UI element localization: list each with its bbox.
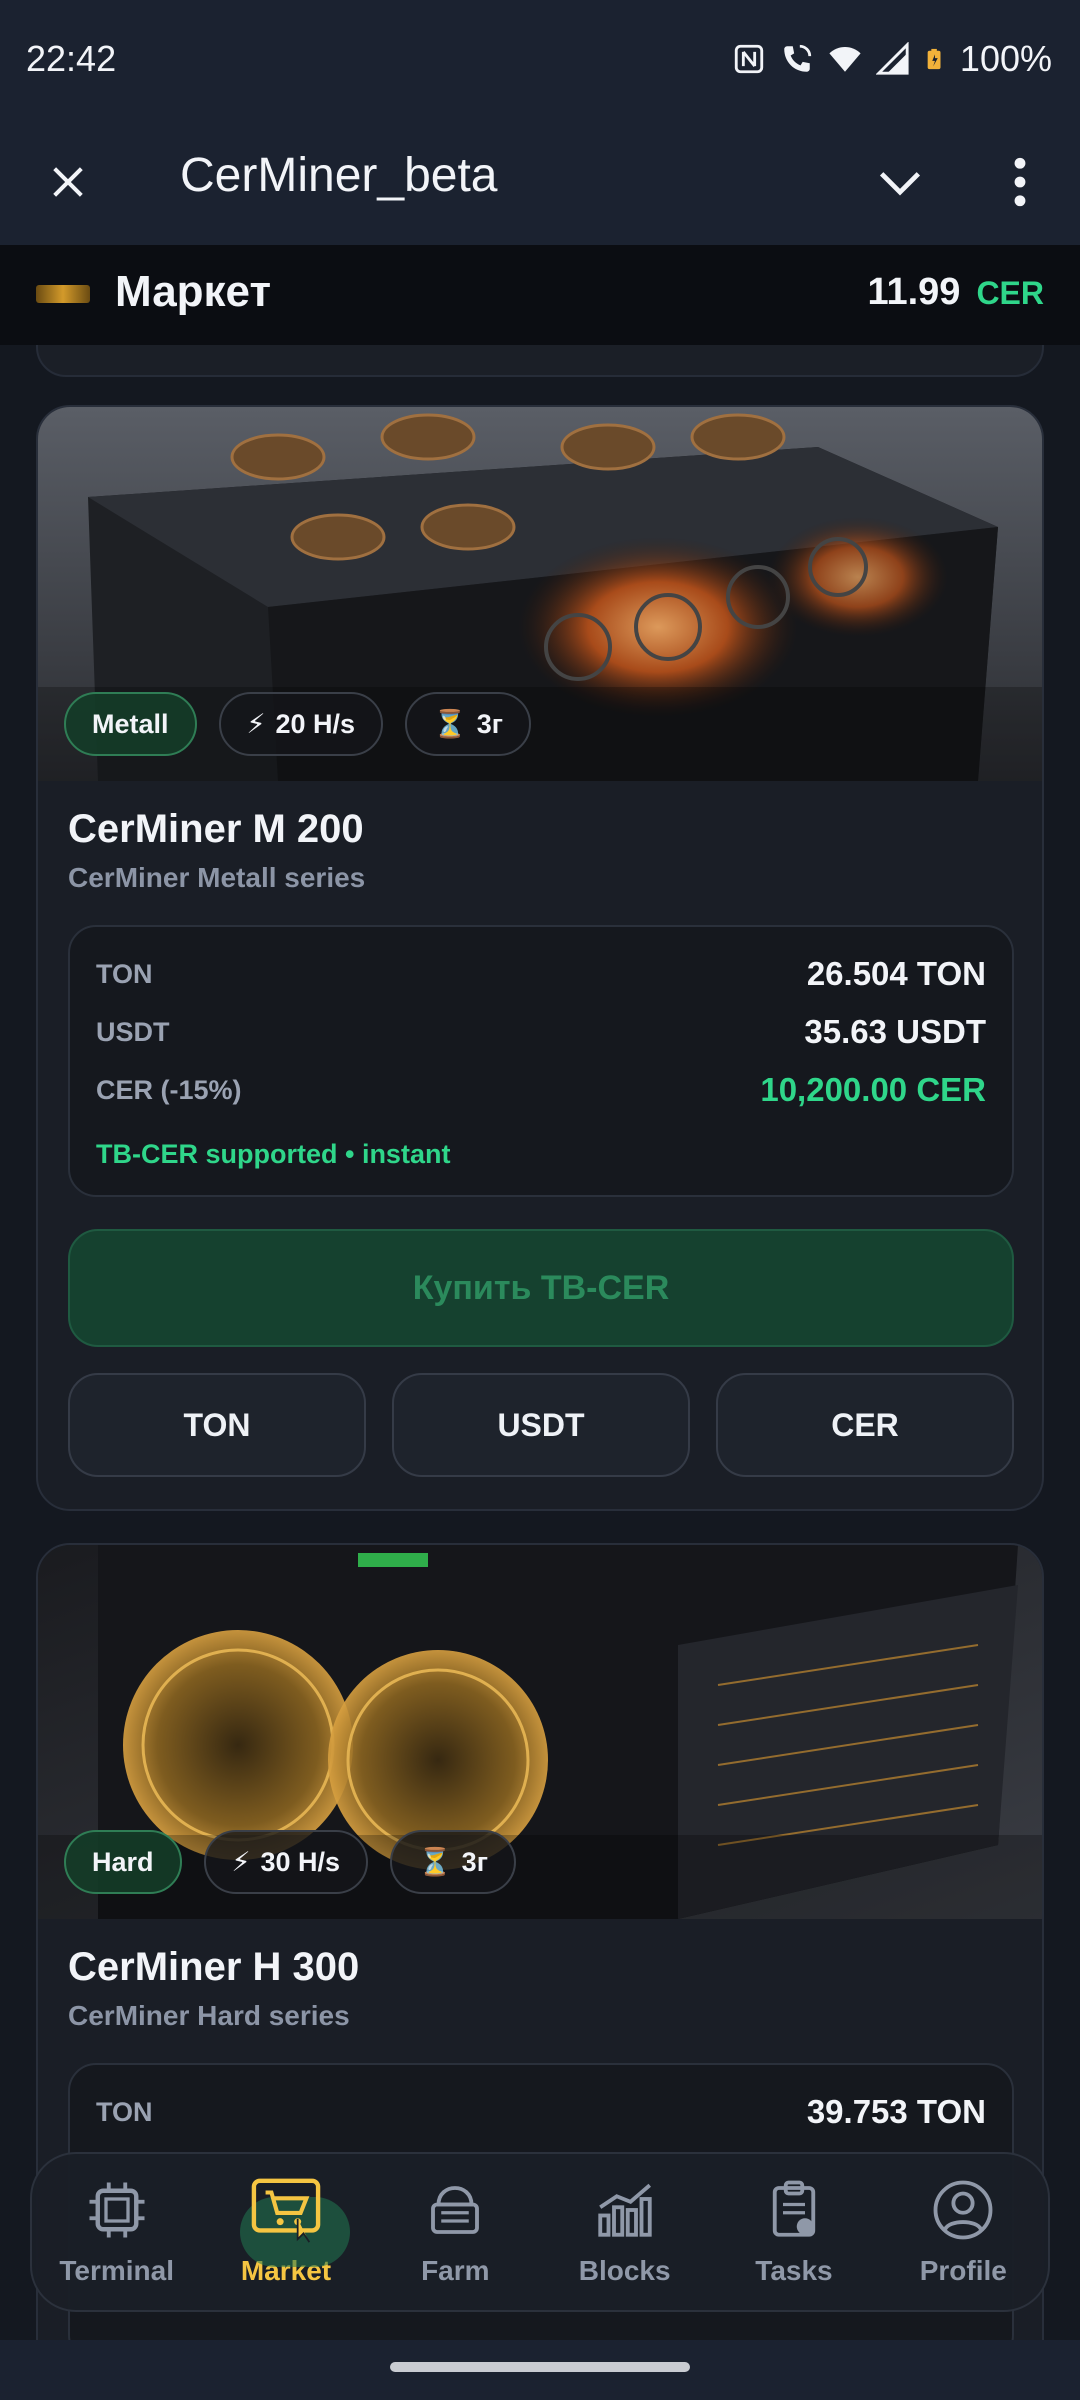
status-time: 22:42 [26, 38, 117, 79]
pay-ton-button[interactable]: TON [68, 1373, 366, 1477]
nfc-icon [734, 44, 764, 74]
product-subtitle: CerMiner Metall series [68, 862, 366, 893]
farm-icon [420, 2175, 490, 2245]
nav-label: Profile [919, 2255, 1007, 2286]
series-chip: Metall [64, 692, 197, 756]
market-header: Маркет 11.99 CER [0, 245, 1080, 345]
product-subtitle: CerMiner Hard series [68, 2000, 350, 2031]
wifi-icon [829, 46, 861, 72]
clipboard-icon [759, 2175, 829, 2245]
price-label: CER (-15%) [96, 1074, 242, 1105]
series-chip: Hard [64, 1830, 182, 1894]
balance-amount: 11.99 [867, 271, 961, 313]
lightning-icon: ⚡ [231, 1846, 251, 1877]
card-chips: Hard ⚡ 30 H/s ⏳ 3г [64, 1830, 516, 1894]
product-image: Hard ⚡ 30 H/s ⏳ 3г [38, 1545, 1042, 1919]
duration-chip: ⏳ 3г [405, 692, 531, 756]
price-row-ton: TON 39.753 TON [96, 2093, 986, 2131]
supported-note: TB-CER supported • instant [96, 1139, 451, 1169]
hashrate-chip: ⚡ 30 H/s [203, 1830, 369, 1894]
price-row-usdt: USDT 35.63 USDT [96, 1013, 986, 1051]
price-value: 39.753 TON [806, 2093, 986, 2130]
more-vert-icon[interactable] [990, 150, 1050, 214]
price-value: 26.504 TON [806, 955, 986, 992]
market-list[interactable]: Metall ⚡ 20 H/s ⏳ 3г CerMiner M 200 CerMin… [0, 345, 1080, 2340]
app-logo [36, 285, 90, 303]
nav-label: Blocks [578, 2255, 671, 2286]
home-indicator[interactable] [390, 2362, 690, 2372]
pay-cer-button[interactable]: CER [716, 1373, 1014, 1477]
product-card: Metall ⚡ 20 H/s ⏳ 3г CerMiner M 200 CerMin… [36, 405, 1044, 1511]
buy-tb-cer-button[interactable]: Купить TB-CER [68, 1229, 1014, 1347]
price-box: TON 26.504 TON USDT 35.63 USDT CER (-15%… [68, 925, 1014, 1197]
price-row-ton: TON 26.504 TON [96, 955, 986, 993]
hashrate-value: 20 H/s [275, 708, 356, 739]
price-value: 35.63 USDT [804, 1013, 986, 1050]
app-bar: CerMiner_beta [0, 120, 1080, 245]
nav-profile[interactable]: Profile [883, 2157, 1043, 2307]
nav-label: Tasks [755, 2255, 833, 2286]
wifi-call-icon [784, 44, 812, 72]
nav-tasks[interactable]: Tasks [714, 2157, 874, 2307]
hourglass-icon: ⏳ [418, 1847, 452, 1877]
nav-blocks[interactable]: Blocks [545, 2157, 705, 2307]
battery-percent: 100% [959, 38, 1052, 79]
page-title: Маркет [115, 267, 271, 316]
lightning-icon: ⚡ [246, 708, 266, 739]
balance: 11.99 CER [867, 271, 1044, 314]
product-name: CerMiner M 200 [68, 807, 364, 851]
battery-icon [927, 48, 941, 70]
product-image: Metall ⚡ 20 H/s ⏳ 3г [38, 407, 1042, 781]
signal-icon [875, 42, 909, 75]
hashrate-value: 30 H/s [260, 1846, 341, 1877]
chevron-down-icon[interactable] [870, 158, 930, 208]
balance-currency: CER [976, 275, 1044, 311]
product-name: CerMiner H 300 [68, 1945, 360, 1989]
chip-icon [82, 2175, 152, 2245]
status-bar: 22:42 100% [0, 0, 1080, 120]
price-label: USDT [96, 1016, 170, 1047]
app-title: CerMiner_beta [180, 149, 498, 202]
nav-market[interactable]: Market [206, 2157, 366, 2307]
price-row-cer: CER (-15%) 10,200.00 CER [96, 1071, 986, 1109]
user-icon [928, 2175, 998, 2245]
hashrate-chip: ⚡ 20 H/s [218, 692, 384, 756]
price-label: TON [96, 2096, 153, 2127]
nav-farm[interactable]: Farm [375, 2157, 535, 2307]
duration-chip: ⏳ 3г [390, 1830, 516, 1894]
bottom-nav: Terminal Market Farm Blocks Tasks Profil… [30, 2152, 1050, 2312]
cart-icon [251, 2175, 321, 2245]
nav-label: Farm [421, 2255, 490, 2286]
nav-terminal[interactable]: Terminal [37, 2157, 197, 2307]
chart-icon [590, 2175, 660, 2245]
duration-value: 3г [461, 1846, 488, 1877]
price-label: TON [96, 958, 153, 989]
hourglass-icon: ⏳ [433, 709, 467, 739]
status-icons: 100% [732, 38, 1052, 80]
pay-usdt-button[interactable]: USDT [392, 1373, 690, 1477]
previous-card [36, 345, 1044, 377]
duration-value: 3г [476, 708, 503, 739]
nav-label: Terminal [59, 2255, 174, 2286]
price-value: 10,200.00 CER [760, 1071, 986, 1108]
close-icon[interactable] [38, 152, 98, 212]
card-chips: Metall ⚡ 20 H/s ⏳ 3г [64, 692, 531, 756]
